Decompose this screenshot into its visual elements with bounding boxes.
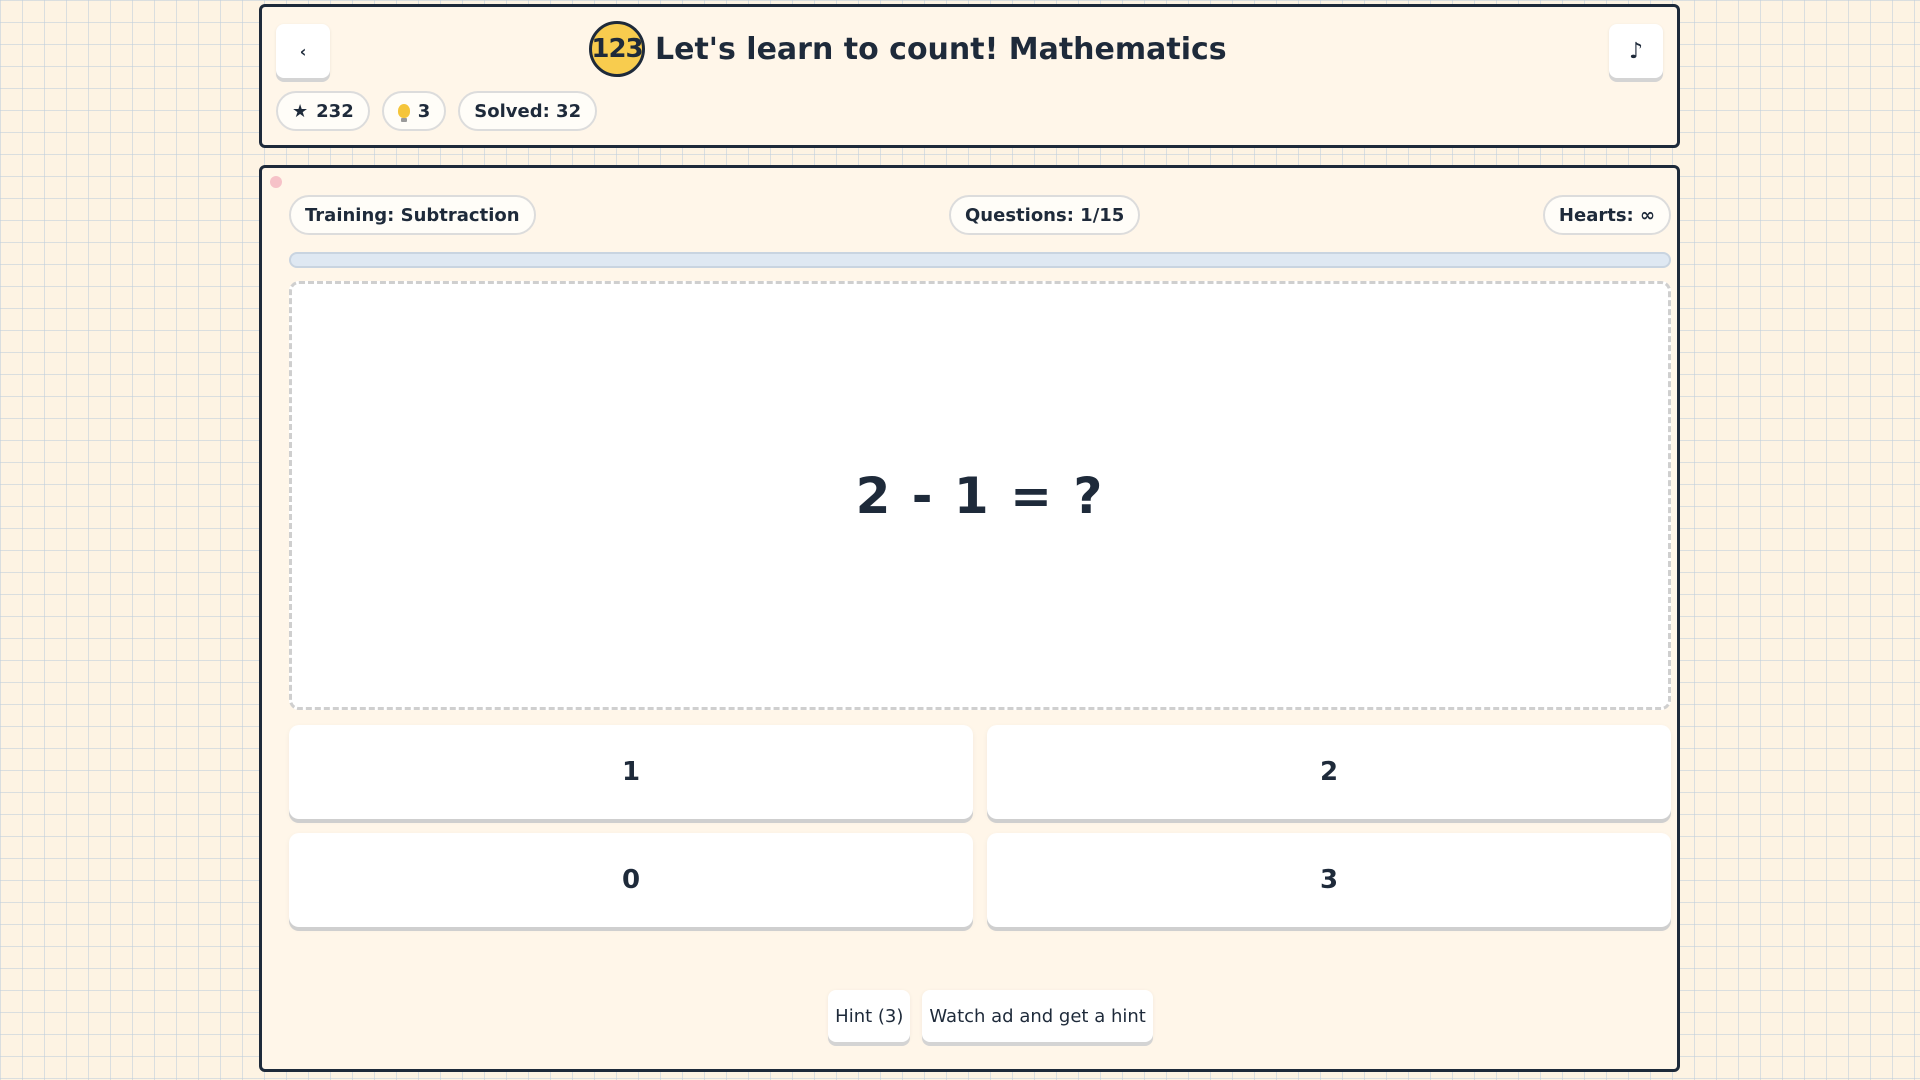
hints-badge: 3	[381, 91, 447, 131]
music-button[interactable]: ♪	[1609, 24, 1663, 78]
progress-bar	[289, 252, 1671, 268]
questions-label: Questions: 1/15	[965, 204, 1125, 226]
solved-badge: Solved: 32	[458, 91, 598, 131]
mode-badge: Training: Subtraction	[289, 195, 536, 235]
music-note-icon: ♪	[1628, 38, 1644, 64]
hints-count: 3	[417, 100, 431, 122]
stars-badge: ★ 232	[276, 91, 370, 131]
answer-button[interactable]: 0	[289, 833, 973, 927]
game-panel: Training: Subtraction Questions: 1/15 He…	[259, 165, 1680, 1072]
status-dot	[270, 176, 282, 188]
app-logo: 123	[589, 21, 645, 77]
question-card: 2 - 1 = ?	[289, 281, 1671, 710]
hint-actions: Hint (3) Watch ad and get a hint	[262, 990, 1677, 1042]
hearts-label: Hearts: ∞	[1558, 204, 1655, 226]
title-area: 123 Let's learn to count! Mathematics	[589, 21, 1227, 77]
header-panel: ‹ 123 Let's learn to count! Mathematics …	[259, 4, 1680, 148]
game-meta: Training: Subtraction Questions: 1/15 He…	[289, 195, 1671, 235]
star-icon: ★	[292, 100, 309, 122]
mode-label: Training: Subtraction	[305, 204, 520, 226]
answer-button[interactable]: 2	[987, 725, 1671, 819]
hint-button[interactable]: Hint (3)	[828, 990, 911, 1042]
logo-text: 123	[591, 34, 643, 64]
solved-count: Solved: 32	[474, 100, 582, 122]
stars-count: 232	[316, 100, 354, 122]
answer-grid: 1 2 0 3	[289, 725, 1671, 927]
questions-badge: Questions: 1/15	[949, 195, 1141, 235]
answer-button[interactable]: 3	[987, 833, 1671, 927]
chevron-left-icon: ‹	[299, 41, 307, 61]
question-text: 2 - 1 = ?	[855, 466, 1105, 525]
watch-ad-hint-button[interactable]: Watch ad and get a hint	[922, 990, 1153, 1042]
bulb-icon	[397, 104, 410, 122]
hearts-badge: Hearts: ∞	[1542, 195, 1671, 235]
answer-button[interactable]: 1	[289, 725, 973, 819]
app-title: Let's learn to count! Mathematics	[655, 31, 1227, 67]
back-button[interactable]: ‹	[276, 24, 330, 78]
stats-bar: ★ 232 3 Solved: 32	[276, 91, 598, 131]
